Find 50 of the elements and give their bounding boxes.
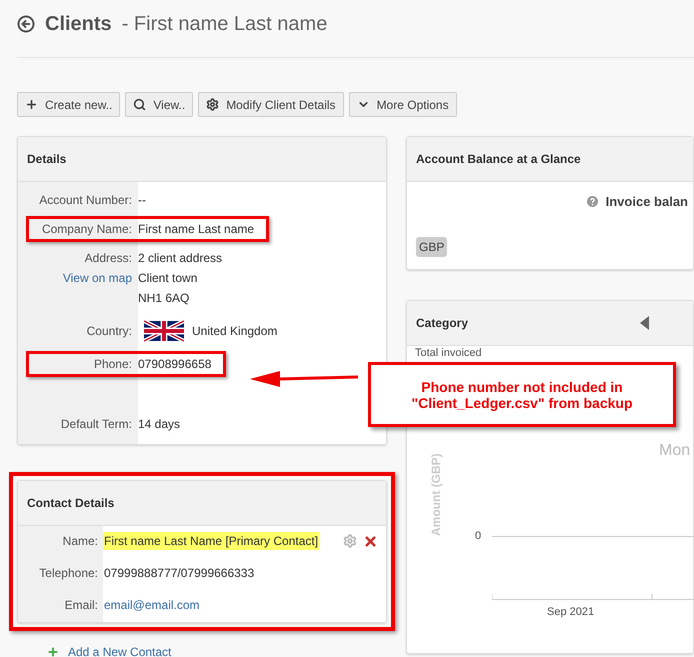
toolbar-button[interactable]: More Options (348, 92, 457, 117)
field-value: 2 client address (138, 251, 222, 265)
field-label: Default Term: (60, 417, 132, 431)
left-arrow-icon[interactable] (640, 316, 649, 330)
panel-title: Account Balance at a Glance (416, 152, 581, 166)
field-label: Account Number: (39, 193, 132, 207)
field-label: Email: (64, 598, 99, 612)
help-icon[interactable] (586, 196, 598, 207)
arrow-icon (248, 368, 358, 388)
page-title: Clients (45, 12, 112, 36)
field-value: First name Last name (138, 222, 254, 236)
field-label: Address: (84, 251, 132, 265)
currency-badge: GBP (416, 237, 448, 257)
field-label: Company Name: (42, 222, 132, 236)
total-label: Total invoiced (415, 347, 482, 359)
callout-text: "Client_Ledger.csv" from backup (411, 394, 632, 410)
field-value: United Kingdom (192, 324, 278, 338)
toolbar-button[interactable]: Create new.. (17, 92, 120, 117)
tick-label: 0 (475, 530, 482, 542)
field-value: 14 days (138, 417, 180, 431)
tick-label: Sep 2021 (547, 606, 594, 618)
toolbar-button[interactable]: View.. (125, 92, 194, 117)
add-contact-link[interactable]: Add a New Contact (68, 645, 172, 657)
field-value: -- (138, 193, 146, 207)
back-icon[interactable] (17, 15, 35, 33)
field-label: Country: (86, 324, 132, 338)
column-heading: Invoice balan (606, 194, 688, 209)
page-subtitle: - First name Last name (122, 12, 328, 36)
panel-title: Category (416, 316, 468, 330)
chart-title: Mon (659, 442, 690, 460)
map-link[interactable]: View on map (62, 271, 132, 285)
settings-icon (206, 98, 220, 111)
panel-title: Details (27, 152, 66, 166)
field-value: 07908996658 (138, 357, 212, 371)
field-value: Client town (138, 271, 198, 285)
search-icon (133, 98, 146, 111)
delete-icon[interactable] (363, 534, 378, 548)
field-value: 07999888777/07999666333 (103, 565, 256, 582)
plus-icon (47, 646, 59, 657)
email-link[interactable]: email@email.com (103, 596, 201, 614)
plus-icon (25, 98, 38, 111)
field-label: Name: (62, 534, 99, 548)
field-value: NH1 6AQ (138, 291, 190, 305)
callout-text: Phone number not included in (421, 378, 623, 394)
flag-icon (144, 320, 184, 342)
toolbar-button[interactable]: Modify Client Details (198, 92, 344, 117)
field-label: Phone: (94, 357, 132, 371)
field-label: Telephone: (38, 566, 99, 580)
field-value: First name Last Name [Primary Contact] (103, 532, 320, 550)
panel-title: Contact Details (27, 496, 114, 510)
